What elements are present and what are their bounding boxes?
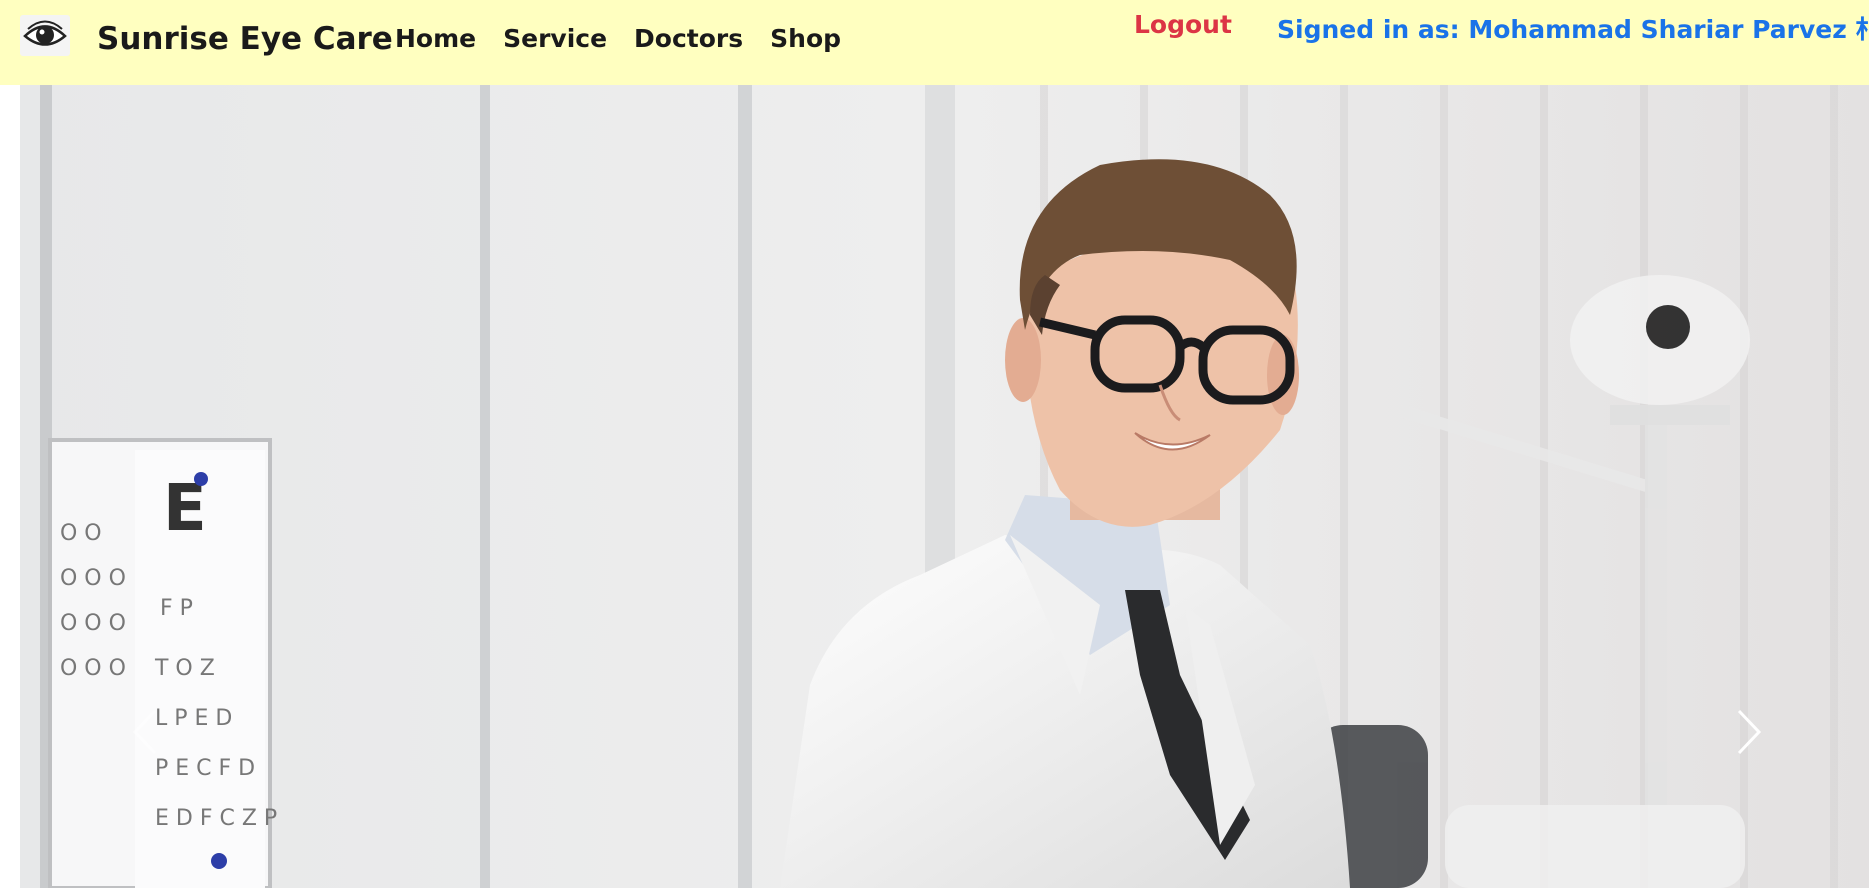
top-navbar: Sunrise Eye Care Home Service Doctors Sh… <box>0 0 1869 85</box>
svg-text:O O: O O <box>60 521 102 546</box>
svg-text:O O O: O O O <box>60 566 126 591</box>
nav-item-doctors[interactable]: Doctors <box>634 24 743 53</box>
nav-item-service[interactable]: Service <box>503 24 607 53</box>
eye-icon[interactable] <box>20 15 70 56</box>
optometrist-portrait-photo: E O OO O O O O OO O O F PT O Z L P E DP … <box>20 85 1869 888</box>
nav-item-home[interactable]: Home <box>395 24 476 53</box>
main-nav: Home Service Doctors Shop <box>395 24 841 53</box>
chevron-right-icon[interactable] <box>1729 697 1769 767</box>
svg-text:E D F C Z P: E D F C Z P <box>155 806 277 831</box>
svg-text:T O Z: T O Z <box>154 656 215 681</box>
svg-text:L P E D: L P E D <box>155 706 232 731</box>
chevron-left-icon[interactable] <box>125 697 165 767</box>
svg-text:O O O: O O O <box>60 611 126 636</box>
hero-carousel: E O OO O O O O OO O O F PT O Z L P E DP … <box>20 85 1869 888</box>
logout-button[interactable]: Logout <box>1134 10 1232 39</box>
svg-text:P E C F D: P E C F D <box>155 756 255 781</box>
brand-name[interactable]: Sunrise Eye Care <box>97 21 393 57</box>
signed-in-user: Signed in as: Mohammad Shariar Parvez 朴维 <box>1277 15 1869 44</box>
nav-item-shop[interactable]: Shop <box>770 24 841 53</box>
svg-text:F P: F P <box>160 596 193 621</box>
svg-text:O O O: O O O <box>60 656 126 681</box>
